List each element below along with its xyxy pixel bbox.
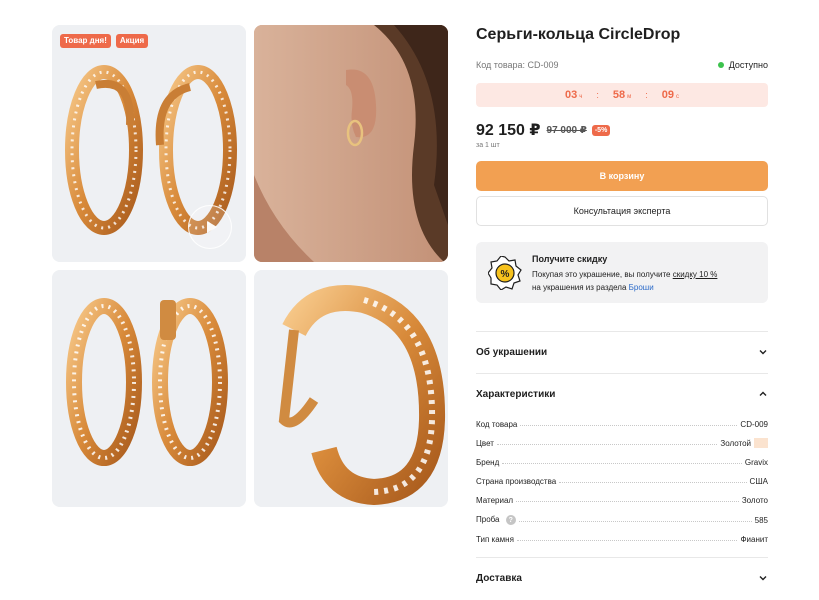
spec-key: Страна производства: [476, 477, 557, 486]
spec-leader: [516, 540, 738, 541]
timer-separator: :: [645, 90, 648, 100]
help-icon[interactable]: ?: [505, 515, 516, 525]
spec-value: Золото: [741, 496, 768, 505]
countdown-timer: 03 ч : 58 м : 09 с: [476, 83, 768, 107]
spec-leader: [518, 521, 752, 522]
svg-text:%: %: [501, 269, 510, 280]
promo-text: Покупая это украшение, вы получите скидк…: [532, 268, 762, 294]
play-video-button[interactable]: [188, 205, 232, 249]
product-photo-4[interactable]: [254, 270, 448, 507]
spec-leader: [520, 425, 738, 426]
timer-separator: :: [596, 90, 599, 100]
timer-minutes: 58: [612, 89, 626, 101]
product-photo-1[interactable]: Товар дня! Акция: [52, 25, 246, 262]
timer-hours: 03: [564, 89, 578, 101]
spec-leader: [502, 463, 742, 464]
accordion-about-header[interactable]: Об украшении: [476, 332, 768, 372]
old-price: 97 000 ₽: [546, 124, 587, 136]
product-photo-2[interactable]: [254, 25, 448, 262]
chevron-up-icon: [759, 391, 767, 396]
availability-text: Доступно: [728, 60, 768, 70]
expert-consultation-button[interactable]: Консультация эксперта: [476, 196, 768, 226]
spec-value: CD-009: [740, 420, 768, 429]
spec-value: США: [749, 477, 768, 486]
spec-key: Проба: [476, 514, 500, 524]
badges: Товар дня! Акция: [60, 34, 149, 48]
availability-status: Доступно: [717, 60, 768, 70]
spec-key: Код товара: [476, 420, 518, 429]
price-row: 92 150 ₽ 97 000 ₽ -5%: [476, 121, 768, 139]
product-title: Серьги-кольца CircleDrop: [476, 26, 681, 43]
promo-category-link[interactable]: Броши: [629, 283, 654, 292]
chevron-down-icon: [759, 350, 767, 355]
sku-label: Код товара: CD-009: [476, 60, 559, 70]
accordion-delivery-title: Доставка: [476, 572, 522, 584]
timer-hours-unit: ч: [579, 93, 583, 100]
spec-row: Материал Золото: [476, 493, 768, 505]
discount-promo-card: % Получите скидку Покупая это украшение,…: [476, 242, 768, 303]
spec-key-with-help: Проба ?: [476, 514, 516, 525]
model-wearing-earring-image: [254, 25, 448, 262]
spec-value: 585: [754, 516, 768, 525]
spec-row: Бренд Gravix: [476, 455, 768, 467]
spec-leader: [559, 482, 747, 483]
timer-seconds-unit: с: [676, 93, 680, 100]
spec-leader: [516, 501, 739, 502]
promo-discount-link[interactable]: скидку 10 %: [673, 270, 718, 279]
spec-key: Цвет: [476, 439, 494, 448]
color-swatch: [754, 438, 768, 448]
badge-deal-of-day: Товар дня!: [60, 34, 111, 48]
promo-title: Получите скидку: [532, 254, 608, 264]
current-price: 92 150 ₽: [476, 122, 541, 139]
accordion-about-title: Об украшении: [476, 346, 548, 358]
chevron-down-icon: [759, 576, 767, 581]
spec-key: Тип камня: [476, 535, 514, 544]
spec-leader: [496, 444, 718, 445]
availability-dot-icon: [717, 62, 724, 68]
add-to-cart-button[interactable]: В корзину: [476, 161, 768, 191]
timer-minutes-unit: м: [627, 93, 632, 100]
product-panel: Серьги-кольца CircleDrop Код товара: CD-…: [476, 25, 768, 584]
spec-row: Тип камня Фианит: [476, 532, 768, 544]
discount-badge: -5%: [591, 124, 611, 136]
spec-row: Проба ? 585: [476, 513, 768, 525]
spec-row: Код товара CD-009: [476, 417, 768, 429]
spec-key: Бренд: [476, 458, 500, 467]
accordion-specs[interactable]: Характеристики: [476, 373, 768, 414]
product-photo-3[interactable]: [52, 270, 246, 507]
product-meta: Код товара: CD-009 Доступно: [476, 59, 768, 71]
spec-value: Золотой: [720, 438, 751, 448]
spec-value-color: Золотой: [720, 438, 768, 448]
promo-text-middle: на украшения из раздела: [532, 283, 629, 292]
spec-key: Материал: [476, 496, 514, 505]
spec-row: Цвет Золотой: [476, 436, 768, 448]
promo-text-before: Покупая это украшение, вы получите: [532, 270, 673, 279]
price-per-unit: за 1 шт: [476, 142, 500, 149]
accordion-about[interactable]: Об украшении: [476, 331, 768, 372]
spec-row: Страна производства США: [476, 474, 768, 486]
accordion-specs-header[interactable]: Характеристики: [476, 374, 768, 414]
spec-value: Фианит: [740, 535, 768, 544]
discount-percent-icon: %: [488, 256, 522, 290]
accordion-delivery-header[interactable]: Доставка: [476, 558, 768, 598]
badge-promo: Акция: [115, 34, 149, 48]
earrings-side-image: [52, 270, 246, 507]
accordion-delivery[interactable]: Доставка: [476, 557, 768, 598]
timer-seconds: 09: [661, 89, 675, 101]
earring-closeup-image: [254, 270, 448, 507]
accordion-specs-title: Характеристики: [476, 388, 556, 400]
spec-value: Gravix: [744, 458, 768, 467]
product-gallery: Товар дня! Акция: [52, 25, 448, 507]
